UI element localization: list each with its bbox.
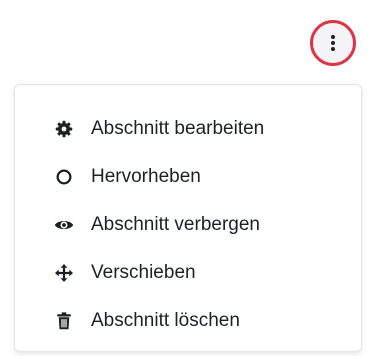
menu-item-highlight[interactable]: Hervorheben bbox=[15, 153, 361, 201]
move-arrows-icon bbox=[53, 262, 75, 284]
menu-item-label: Abschnitt bearbeiten bbox=[91, 118, 265, 139]
circle-outline-icon bbox=[53, 166, 75, 188]
menu-item-label: Verschieben bbox=[91, 262, 196, 283]
menu-item-edit-section[interactable]: Abschnitt bearbeiten bbox=[15, 105, 361, 153]
eye-icon bbox=[53, 214, 75, 236]
trash-icon bbox=[53, 310, 75, 332]
gear-icon bbox=[53, 118, 75, 140]
menu-item-label: Abschnitt löschen bbox=[91, 310, 240, 331]
menu-item-label: Abschnitt verbergen bbox=[91, 214, 260, 235]
menu-item-delete-section[interactable]: Abschnitt löschen bbox=[15, 297, 361, 345]
kebab-vertical-icon bbox=[331, 35, 335, 51]
menu-item-move[interactable]: Verschieben bbox=[15, 249, 361, 297]
section-actions-menu: Abschnitt bearbeiten Hervorheben Abschni… bbox=[14, 84, 362, 352]
page: Abschnitt bearbeiten Hervorheben Abschni… bbox=[0, 0, 368, 356]
menu-item-hide-section[interactable]: Abschnitt verbergen bbox=[15, 201, 361, 249]
menu-item-label: Hervorheben bbox=[91, 166, 201, 187]
more-actions-button[interactable] bbox=[310, 20, 356, 66]
